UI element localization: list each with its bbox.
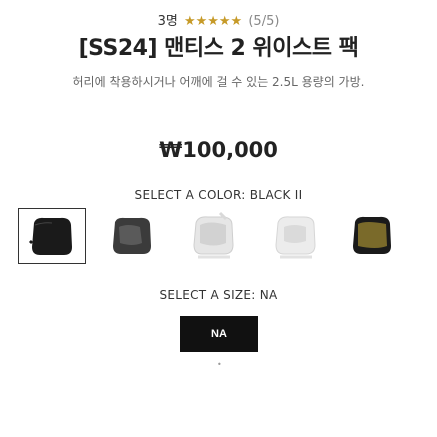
color-swatch-black-ii[interactable]	[18, 208, 86, 264]
product-description: 허리에 착용하시거나 어깨에 걸 수 있는 2.5L 용량의 가방.	[72, 75, 365, 89]
waist-pack-black-icon	[28, 217, 72, 255]
waist-pack-olive-icon	[353, 216, 391, 254]
color-swatch-list	[0, 208, 437, 264]
pagination-dot-icon: •	[217, 360, 222, 369]
color-swatch-dark-gray[interactable]	[98, 208, 166, 264]
product-price: ₩100,000	[159, 138, 278, 162]
color-swatch-olive[interactable]	[338, 208, 406, 264]
color-swatch-silver[interactable]	[262, 208, 330, 264]
size-option-na-button[interactable]: NA	[180, 316, 258, 352]
rating-row: 3명 ★★★★★ (5/5)	[0, 10, 437, 29]
color-selector-label: SELECT A COLOR: BLACK II	[134, 188, 303, 202]
star-rating-icon: ★★★★★	[183, 14, 243, 29]
color-swatch-light-gray[interactable]	[180, 208, 248, 264]
product-title: [SS24] 맨티스 2 위이스트 팩	[78, 36, 359, 61]
waist-pack-light-gray-icon	[193, 211, 234, 259]
review-count: 3명	[157, 14, 178, 29]
waist-pack-dark-gray-icon	[113, 217, 151, 254]
size-selector-label: SELECT A SIZE: NA	[159, 288, 278, 302]
rating-score: (5/5)	[248, 14, 280, 29]
waist-pack-silver-icon	[275, 216, 316, 259]
